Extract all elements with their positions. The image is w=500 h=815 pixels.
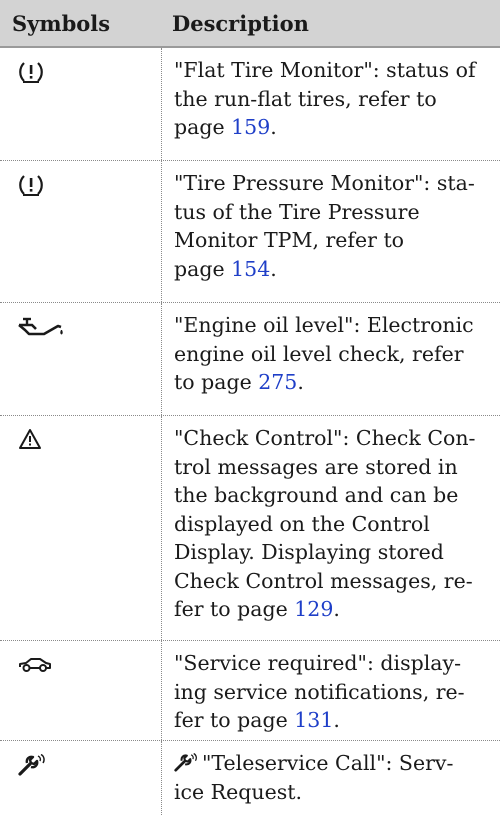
page-suffix: . [270, 115, 277, 139]
table-row: "Flat Tire Monitor": status of the run-f… [0, 48, 500, 161]
description-line: trol messages are stored in [174, 454, 458, 479]
page-prefix: fer to page [174, 708, 295, 732]
header-symbols: Symbols [12, 10, 111, 36]
page-link-131[interactable]: 131 [294, 708, 333, 732]
table-row: "Teleservice Call": Serv- ice Request. [0, 741, 500, 815]
description-line: ing service notifications, re- [174, 679, 465, 704]
description-line: Display. Displaying stored [174, 540, 444, 564]
description-line: "Check Control": Check Con- [174, 426, 476, 450]
page-prefix: page [174, 256, 232, 281]
page-suffix: . [270, 256, 277, 281]
table-row: "Engine oil level": Electronic engine oi… [0, 303, 500, 416]
header-description: Description [172, 10, 309, 36]
flat-tire-warning-icon [19, 62, 43, 83]
page-suffix: . [333, 597, 340, 621]
page-prefix: to page [174, 370, 259, 394]
description-line: "Teleservice Call": Serv- [202, 751, 454, 775]
page-prefix: page [174, 115, 232, 139]
teleservice-wrench-icon [174, 753, 197, 772]
table-header: Symbols Description [0, 0, 500, 48]
page-suffix: . [297, 370, 304, 394]
table-row: "Service required": display- ing service… [0, 641, 500, 741]
page-link-159[interactable]: 159 [231, 115, 270, 139]
page-prefix: fer to page [174, 597, 295, 621]
symbols-table: Symbols Description "Flat Tire Monitor":… [0, 0, 500, 815]
description-line: "Flat Tire Monitor": status of [174, 58, 476, 82]
page-link-129[interactable]: 129 [294, 597, 333, 621]
engine-oil-icon [18, 317, 63, 336]
page-link-154[interactable]: 154 [231, 257, 270, 281]
description-line: "Engine oil level": Electronic [174, 313, 474, 337]
service-car-icon [19, 658, 51, 672]
warning-triangle-icon [19, 429, 41, 449]
description-line: ice Request. [174, 779, 302, 804]
description-line: Monitor TPM, refer to [174, 228, 405, 252]
table-row: "Tire Pressure Monitor": sta- tus of the… [0, 161, 500, 303]
description-line: the run-flat tires, refer to [174, 86, 437, 111]
tire-pressure-warning-icon [19, 175, 43, 196]
description-line: Check Control messages, re- [174, 568, 473, 593]
table-row: "Check Control": Check Con- trol message… [0, 416, 500, 641]
description-line: engine oil level check, refer [174, 341, 464, 366]
teleservice-wrench-icon [18, 754, 45, 776]
description-line: tus of the Tire Pressure [174, 199, 420, 224]
description-line: "Service required": display- [174, 651, 461, 675]
page-suffix: . [333, 708, 340, 732]
description-line: "Tire Pressure Monitor": sta- [174, 171, 475, 195]
description-line: the background and can be [174, 483, 459, 507]
page-link-275[interactable]: 275 [258, 370, 297, 394]
description-line: displayed on the Control [174, 511, 430, 536]
